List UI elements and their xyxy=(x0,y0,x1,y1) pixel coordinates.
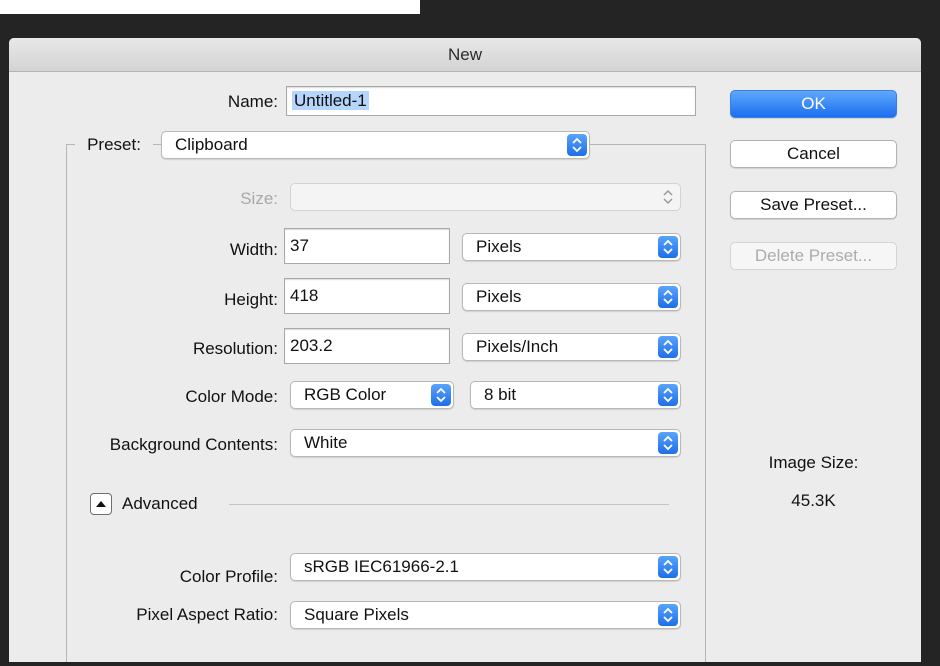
background-contents-label: Background Contents: xyxy=(109,435,278,454)
cancel-button[interactable]: Cancel xyxy=(730,140,897,168)
resolution-unit-value: Pixels/Inch xyxy=(476,337,559,356)
updown-chevron-icon xyxy=(658,384,678,406)
color-mode-value: RGB Color xyxy=(304,385,387,404)
new-document-dialog: New Name: Untitled-1 Preset: Clipboard S… xyxy=(9,38,921,662)
name-field[interactable]: Untitled-1 xyxy=(286,86,696,116)
ok-button[interactable]: OK xyxy=(730,90,897,118)
image-size-label: Image Size: xyxy=(768,453,859,472)
save-preset-button[interactable]: Save Preset... xyxy=(730,191,897,219)
size-label: Size: xyxy=(240,189,278,208)
color-mode-label: Color Mode: xyxy=(185,387,278,406)
image-size-value: 45.3K xyxy=(791,491,836,510)
pixel-aspect-ratio-label: Pixel Aspect Ratio: xyxy=(136,605,278,624)
pixel-aspect-ratio-popup[interactable]: Square Pixels xyxy=(290,601,681,629)
delete-preset-button[interactable]: Delete Preset... xyxy=(730,242,897,270)
preset-popup-value: Clipboard xyxy=(175,135,248,154)
pixel-aspect-ratio-value: Square Pixels xyxy=(304,605,409,624)
updown-chevron-icon xyxy=(658,336,678,358)
advanced-separator xyxy=(229,504,669,505)
updown-chevron-icon xyxy=(658,556,678,578)
height-unit-value: Pixels xyxy=(476,287,522,306)
width-label: Width: xyxy=(229,240,278,259)
updown-chevron-icon xyxy=(658,432,678,454)
width-unit-popup[interactable]: Pixels xyxy=(462,233,681,261)
height-unit-popup[interactable]: Pixels xyxy=(462,283,681,311)
name-field-value: Untitled-1 xyxy=(292,91,369,110)
bit-depth-popup[interactable]: 8 bit xyxy=(470,381,681,409)
size-popup[interactable] xyxy=(290,183,681,211)
updown-chevron-icon xyxy=(658,186,678,208)
updown-chevron-icon xyxy=(658,236,678,258)
preset-label: Preset: xyxy=(75,134,153,156)
height-field[interactable]: 418 xyxy=(284,278,450,314)
triangle-up-icon xyxy=(96,501,106,507)
height-label: Height: xyxy=(224,290,278,309)
background-window-strip xyxy=(0,0,420,14)
updown-chevron-icon xyxy=(658,286,678,308)
name-label: Name: xyxy=(227,92,278,111)
background-contents-popup[interactable]: White xyxy=(290,429,681,457)
width-field[interactable]: 37 xyxy=(284,228,450,264)
resolution-label: Resolution: xyxy=(192,339,278,358)
color-mode-popup[interactable]: RGB Color xyxy=(290,381,454,409)
resolution-field[interactable]: 203.2 xyxy=(284,328,450,364)
resolution-unit-popup[interactable]: Pixels/Inch xyxy=(462,333,681,361)
width-unit-value: Pixels xyxy=(476,237,522,256)
preset-popup[interactable]: Clipboard xyxy=(161,131,590,159)
updown-chevron-icon xyxy=(431,384,451,406)
updown-chevron-icon xyxy=(567,134,587,156)
bit-depth-value: 8 bit xyxy=(484,385,517,404)
color-profile-value: sRGB IEC61966-2.1 xyxy=(304,557,459,576)
color-profile-label: Color Profile: xyxy=(179,567,278,586)
dialog-title: New xyxy=(9,38,921,72)
background-contents-value: White xyxy=(304,433,348,452)
advanced-disclosure-button[interactable] xyxy=(90,493,112,515)
updown-chevron-icon xyxy=(658,604,678,626)
advanced-label: Advanced xyxy=(122,494,198,513)
color-profile-popup[interactable]: sRGB IEC61966-2.1 xyxy=(290,553,681,581)
